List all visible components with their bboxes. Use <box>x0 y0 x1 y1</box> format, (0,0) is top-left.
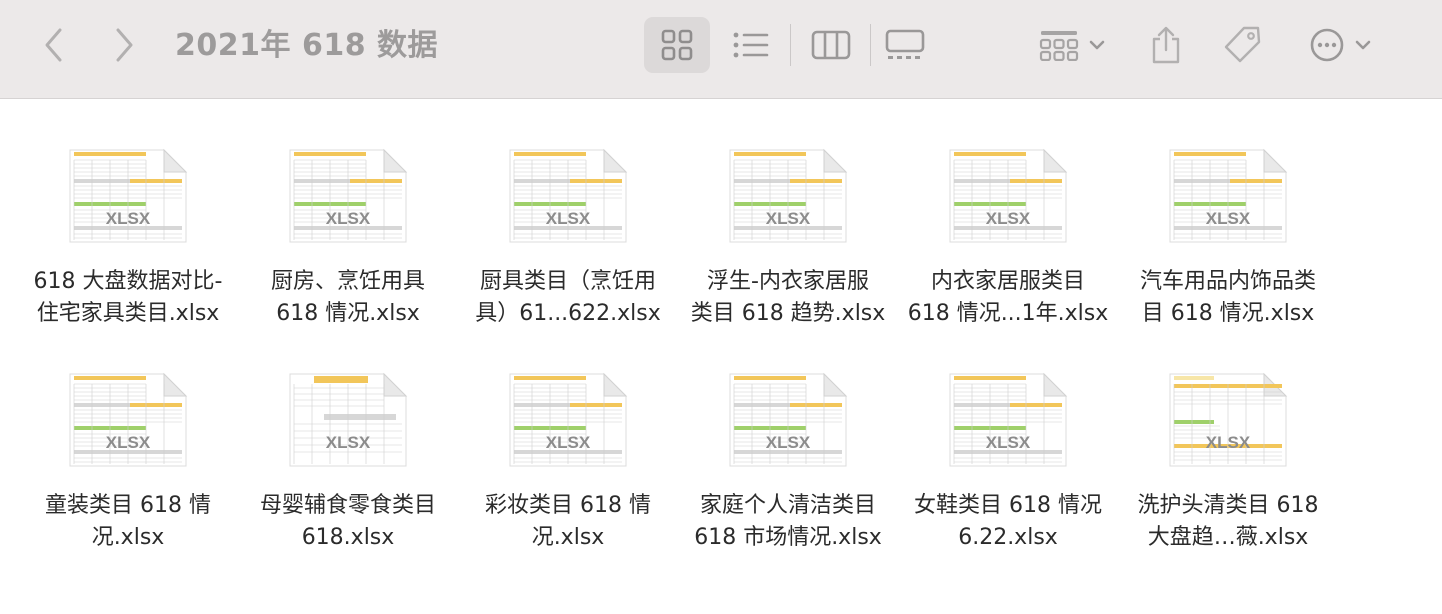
xlsx-label: XLSX <box>106 433 151 452</box>
xlsx-label: XLSX <box>766 209 811 228</box>
chevron-down-icon <box>1355 40 1371 50</box>
file-name-line: 况.xlsx <box>531 525 605 550</box>
gallery-icon <box>885 29 925 59</box>
xlsx-document-icon: XLSX <box>60 370 196 482</box>
file-item[interactable]: XLSX 彩妆类目 618 情况.xlsx <box>458 370 678 570</box>
file-name-line: 女鞋类目 618 情况 <box>914 493 1102 518</box>
list-view-button[interactable] <box>724 17 778 73</box>
xlsx-label: XLSX <box>986 433 1031 452</box>
file-name: 家庭个人清洁类目 618 市场情况.xlsx <box>678 490 898 554</box>
xlsx-document-icon: XLSX <box>60 146 196 258</box>
columns-icon <box>811 30 851 60</box>
file-name-line: 类目 618 趋势.xlsx <box>690 301 886 326</box>
file-name: 洗护头清类目 618 大盘趋…薇.xlsx <box>1118 490 1338 554</box>
list-icon <box>733 32 769 58</box>
file-name-line: 618 情况.xlsx <box>276 301 420 326</box>
chevron-down-icon <box>1089 40 1105 50</box>
file-item[interactable]: XLSX 童装类目 618 情况.xlsx <box>18 370 238 570</box>
file-name: 母婴辅食零食类目 618.xlsx <box>238 490 458 554</box>
tag-button[interactable] <box>1212 17 1272 73</box>
file-name-line: 618 市场情况.xlsx <box>694 525 882 550</box>
file-name-line: 家庭个人清洁类目 <box>699 493 876 518</box>
file-name-line: 住宅家具类目.xlsx <box>36 301 220 326</box>
xlsx-document-icon: XLSX <box>280 146 416 258</box>
file-name: 汽车用品内饰品类目 618 情况.xlsx <box>1118 266 1338 330</box>
file-item[interactable]: XLSX 厨房、烹饪用具 618 情况.xlsx <box>238 146 458 346</box>
window-title: 2021年 618 数据 <box>175 28 439 63</box>
finder-window: 2021年 618 数据 XLSX 618 大盘数据对比- 住宅家具类目.xls… <box>0 0 1442 614</box>
file-name-line: 具）61...622.xlsx <box>475 301 661 326</box>
share-button[interactable] <box>1140 17 1192 73</box>
xlsx-label: XLSX <box>326 209 371 228</box>
xlsx-label: XLSX <box>766 433 811 452</box>
file-name-line: 洗护头清类目 618 <box>1137 493 1319 518</box>
file-name: 618 大盘数据对比- 住宅家具类目.xlsx <box>18 266 238 330</box>
toolbar: 2021年 618 数据 <box>0 0 1442 99</box>
file-name-line: 内衣家居服类目 <box>930 269 1085 294</box>
column-view-button[interactable] <box>800 17 862 73</box>
xlsx-document-icon: XLSX <box>940 370 1076 482</box>
share-icon <box>1152 26 1180 64</box>
xlsx-document-icon: XLSX <box>720 370 856 482</box>
file-name: 女鞋类目 618 情况 6.22.xlsx <box>898 490 1118 554</box>
file-name: 厨具类目（烹饪用 具）61...622.xlsx <box>458 266 678 330</box>
file-name-line: 浮生-内衣家居服 <box>707 269 869 294</box>
back-button[interactable] <box>34 22 74 68</box>
xlsx-document-icon: XLSX <box>1160 146 1296 258</box>
tag-icon <box>1224 26 1261 63</box>
file-name-line: 汽车用品内饰品类 <box>1139 269 1316 294</box>
file-name-line: 6.22.xlsx <box>958 525 1058 550</box>
xlsx-document-icon: XLSX <box>280 370 416 482</box>
chevron-right-icon <box>116 28 133 62</box>
chevron-left-icon <box>45 28 62 62</box>
file-name: 内衣家居服类目 618 情况...1年.xlsx <box>898 266 1118 330</box>
file-name-line: 大盘趋…薇.xlsx <box>1147 525 1309 550</box>
file-item[interactable]: XLSX 母婴辅食零食类目 618.xlsx <box>238 370 458 570</box>
file-name: 浮生-内衣家居服 类目 618 趋势.xlsx <box>678 266 898 330</box>
group-grid-icon <box>1039 31 1079 61</box>
file-item[interactable]: XLSX 洗护头清类目 618 大盘趋…薇.xlsx <box>1118 370 1338 570</box>
file-name: 彩妆类目 618 情况.xlsx <box>458 490 678 554</box>
xlsx-label: XLSX <box>546 433 591 452</box>
xlsx-document-icon: XLSX <box>500 370 636 482</box>
file-name-line: 618 情况...1年.xlsx <box>907 301 1109 326</box>
xlsx-label: XLSX <box>1206 209 1251 228</box>
file-item[interactable]: XLSX 618 大盘数据对比- 住宅家具类目.xlsx <box>18 146 238 346</box>
gallery-view-button[interactable] <box>874 17 936 73</box>
xlsx-document-icon: XLSX <box>500 146 636 258</box>
file-name: 厨房、烹饪用具 618 情况.xlsx <box>238 266 458 330</box>
toolbar-divider <box>870 24 871 66</box>
file-name-line: 618 大盘数据对比- <box>33 269 223 294</box>
group-by-button[interactable] <box>1030 17 1114 73</box>
file-name-line: 况.xlsx <box>91 525 165 550</box>
xlsx-document-icon: XLSX <box>720 146 856 258</box>
file-name-line: 厨房、烹饪用具 <box>270 269 425 294</box>
file-name-line: 目 618 情况.xlsx <box>1141 301 1315 326</box>
file-item[interactable]: XLSX 汽车用品内饰品类目 618 情况.xlsx <box>1118 146 1338 346</box>
file-name-line: 618.xlsx <box>301 525 395 550</box>
xlsx-label: XLSX <box>546 209 591 228</box>
file-item[interactable]: XLSX 内衣家居服类目 618 情况...1年.xlsx <box>898 146 1118 346</box>
ellipsis-circle-icon <box>1310 28 1344 62</box>
file-item[interactable]: XLSX 浮生-内衣家居服 类目 618 趋势.xlsx <box>678 146 898 346</box>
xlsx-label: XLSX <box>326 433 371 452</box>
xlsx-label: XLSX <box>1206 433 1251 452</box>
grid-icon <box>661 29 693 61</box>
file-name-line: 母婴辅食零食类目 <box>259 493 436 518</box>
xlsx-document-icon: XLSX <box>1160 370 1296 482</box>
toolbar-divider <box>790 24 791 66</box>
xlsx-document-icon: XLSX <box>940 146 1076 258</box>
more-actions-button[interactable] <box>1298 17 1382 73</box>
file-item[interactable]: XLSX 厨具类目（烹饪用 具）61...622.xlsx <box>458 146 678 346</box>
xlsx-label: XLSX <box>986 209 1031 228</box>
file-item[interactable]: XLSX 女鞋类目 618 情况 6.22.xlsx <box>898 370 1118 570</box>
file-name: 童装类目 618 情况.xlsx <box>18 490 238 554</box>
file-item[interactable]: XLSX 家庭个人清洁类目 618 市场情况.xlsx <box>678 370 898 570</box>
file-name-line: 彩妆类目 618 情 <box>485 493 651 518</box>
icon-view-button[interactable] <box>644 17 710 73</box>
file-name-line: 童装类目 618 情 <box>45 493 211 518</box>
xlsx-label: XLSX <box>106 209 151 228</box>
forward-button[interactable] <box>104 22 144 68</box>
file-name-line: 厨具类目（烹饪用 <box>479 269 656 294</box>
